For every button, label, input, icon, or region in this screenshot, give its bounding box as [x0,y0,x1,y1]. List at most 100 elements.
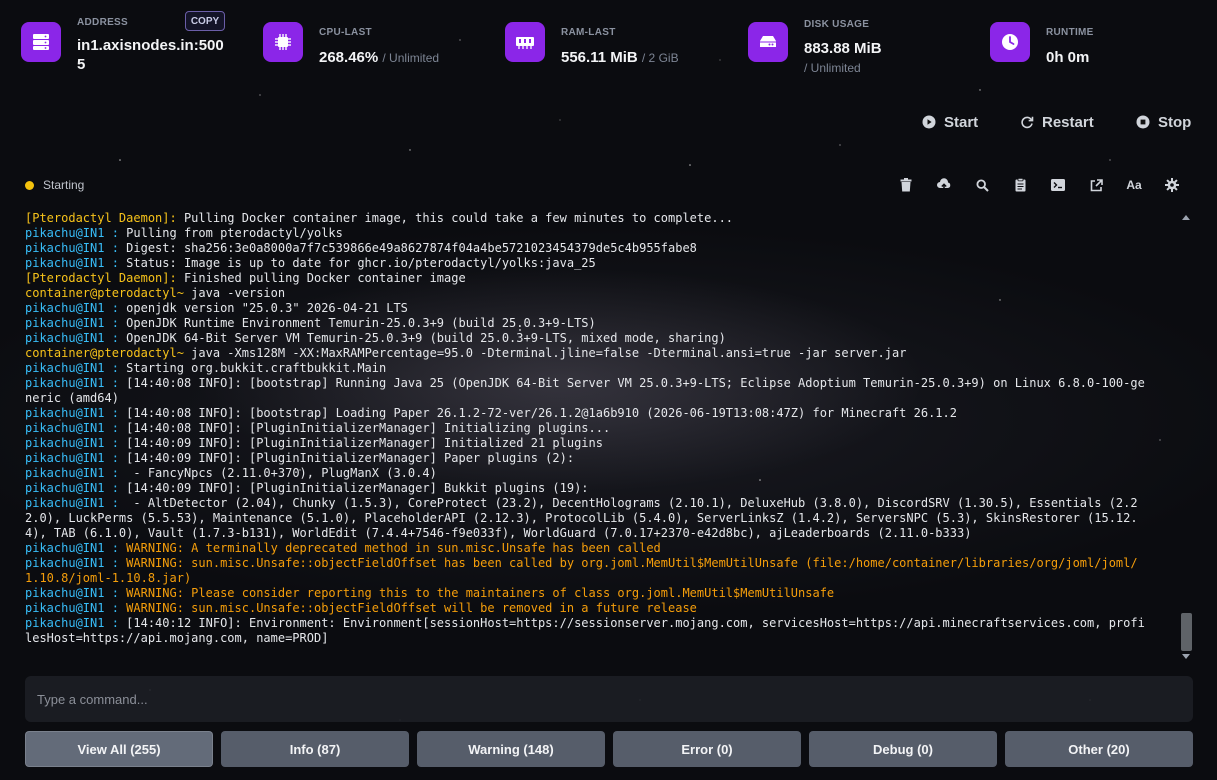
console-line-text: - AltDetector (2.04), Chunky (1.5.3), Co… [25,496,1138,540]
console-line: pikachu@IN1 : [14:40:09 INFO]: [PluginIn… [25,481,1145,496]
console-line-prefix: pikachu@IN1 : [25,331,119,345]
console-line-text: Digest: sha256:3e0a8000a7f7c539866e49a86… [118,241,697,255]
console-line-text: [14:40:09 INFO]: [PluginInitializerManag… [118,451,575,465]
console-line-text: OpenJDK 64-Bit Server VM Temurin-25.0.3+… [118,331,726,345]
console-line: pikachu@IN1 : [14:40:08 INFO]: [bootstra… [25,406,1145,421]
console-toolbar: Aa [887,173,1191,197]
console-line-text: openjdk version "25.0.3" 2026-04-21 LTS [118,301,408,315]
console-line-text: OpenJDK Runtime Environment Temurin-25.0… [118,316,596,330]
console-output[interactable]: [Pterodactyl Daemon]: Pulling Docker con… [25,211,1193,663]
console-line-prefix: pikachu@IN1 : [25,301,119,315]
console-line: pikachu@IN1 : Status: Image is up to dat… [25,256,1145,271]
console-line: pikachu@IN1 : - AltDetector (2.04), Chun… [25,496,1145,541]
cpu-label: CPU-LAST [319,27,372,38]
ram-label: RAM-LAST [561,27,616,38]
filter-view-all-button[interactable]: View All (255) [25,731,213,767]
filter-debug-button[interactable]: Debug (0) [809,731,997,767]
address-value: in1.axisnodes.in:5005 [77,37,224,73]
start-button[interactable]: Start [922,104,978,140]
console-line-text: [14:40:09 INFO]: [PluginInitializerManag… [118,436,603,450]
console-line-prefix: pikachu@IN1 : [25,406,119,420]
console-line: container@pterodactyl~ java -Xms128M -XX… [25,346,1145,361]
disk-label: DISK USAGE [804,19,870,30]
console-line: pikachu@IN1 : WARNING: sun.misc.Unsafe::… [25,601,1145,616]
console-line-prefix: pikachu@IN1 : [25,451,119,465]
console-scrollbar[interactable] [1180,211,1193,663]
console-line-text: Finished pulling Docker container image [176,271,466,285]
settings-gear-icon[interactable] [1153,173,1191,197]
console-line-text: WARNING: Please consider reporting this … [118,586,835,600]
console-line: pikachu@IN1 : WARNING: Please consider r… [25,586,1145,601]
console-line-text: Status: Image is up to date for ghcr.io/… [118,256,596,270]
cpu-chip-icon [263,22,303,62]
font-size-icon[interactable]: Aa [1115,173,1153,197]
console-line: pikachu@IN1 : Digest: sha256:3e0a8000a7f… [25,241,1145,256]
console-line-prefix: pikachu@IN1 : [25,541,119,555]
runtime-value: 0h 0m [1046,49,1090,66]
cloud-upload-icon[interactable] [925,173,963,197]
restart-button[interactable]: Restart [1020,104,1094,140]
server-status: Starting [25,178,84,192]
console-line-prefix: pikachu@IN1 : [25,361,119,375]
scroll-up-arrow-icon[interactable] [1182,215,1190,220]
console-line-prefix: container@pterodactyl~ [25,346,184,360]
filter-other-button[interactable]: Other (20) [1005,731,1193,767]
console-line-text: WARNING: sun.misc.Unsafe::objectFieldOff… [118,601,697,615]
disk-limit: / Unlimited [804,61,861,75]
restart-icon [1021,116,1034,129]
filter-error-button[interactable]: Error (0) [613,731,801,767]
console-line: pikachu@IN1 : OpenJDK 64-Bit Server VM T… [25,331,1145,346]
console-line-prefix: pikachu@IN1 : [25,556,119,570]
console-line-text: [14:40:08 INFO]: [bootstrap] Loading Pap… [118,406,957,420]
console-line: pikachu@IN1 : [14:40:09 INFO]: [PluginIn… [25,451,1145,466]
stat-disk: DISK USAGE 883.88 MiB / Unlimited [748,19,882,75]
start-label: Start [944,113,979,131]
filter-info-button[interactable]: Info (87) [221,731,409,767]
console-line-text: [14:40:08 INFO]: [bootstrap] Running Jav… [25,376,1145,405]
cpu-limit: / Unlimited [382,51,440,65]
console-line-text: - FancyNpcs (2.11.0+370), PlugManX (3.0.… [118,466,437,480]
console-line: [Pterodactyl Daemon]: Finished pulling D… [25,271,1145,286]
console-line: container@pterodactyl~ java -version [25,286,1145,301]
console-line-text: WARNING: sun.misc.Unsafe::objectFieldOff… [25,556,1138,585]
console-line-prefix: pikachu@IN1 : [25,241,119,255]
console-line-prefix: pikachu@IN1 : [25,421,119,435]
console-line-text: [14:40:12 INFO]: Environment: Environmen… [25,616,1145,645]
filter-warning-button[interactable]: Warning (148) [417,731,605,767]
console-line-text: WARNING: A terminally deprecated method … [118,541,661,555]
external-link-icon[interactable] [1077,173,1115,197]
stat-cpu: CPU-LAST 268.46% / Unlimited [263,22,439,68]
runtime-label: RUNTIME [1046,27,1094,38]
scrollbar-thumb[interactable] [1181,613,1192,651]
console-line: pikachu@IN1 : [14:40:12 INFO]: Environme… [25,616,1145,646]
command-input[interactable] [25,676,1193,722]
terminal-icon[interactable] [1039,173,1077,197]
scroll-down-arrow-icon[interactable] [1182,654,1190,659]
clipboard-icon[interactable] [1001,173,1039,197]
trash-icon[interactable] [887,173,925,197]
font-size-glyph: Aa [1126,178,1142,192]
stop-circle-icon [1136,115,1150,129]
console-line-text: [14:40:09 INFO]: [PluginInitializerManag… [118,481,589,495]
console-line-prefix: pikachu@IN1 : [25,586,119,600]
console-line: pikachu@IN1 : [14:40:08 INFO]: [PluginIn… [25,421,1145,436]
console-line-prefix: pikachu@IN1 : [25,376,119,390]
stat-address: ADDRESS in1.axisnodes.in:5005 COPY [21,11,227,74]
search-icon[interactable] [963,173,1001,197]
ram-limit: / 2 GiB [641,51,679,65]
console-line: pikachu@IN1 : OpenJDK Runtime Environmen… [25,316,1145,331]
console-line-prefix: pikachu@IN1 : [25,436,119,450]
console-line-prefix: [Pterodactyl Daemon]: [25,271,177,285]
console-line-text: java -version [183,286,286,300]
copy-address-button[interactable]: COPY [185,11,225,31]
restart-label: Restart [1042,113,1094,131]
console-line: pikachu@IN1 : [14:40:09 INFO]: [PluginIn… [25,436,1145,451]
hard-drive-icon [748,22,788,62]
stat-ram: RAM-LAST 556.11 MiB / 2 GiB [505,22,679,68]
ram-value: 556.11 MiB [561,49,638,66]
console-line: pikachu@IN1 : - FancyNpcs (2.11.0+370), … [25,466,1145,481]
console-line: pikachu@IN1 : Pulling from pterodactyl/y… [25,226,1145,241]
log-filter-bar: View All (255) Info (87) Warning (148) Erro… [25,731,1193,767]
stop-button[interactable]: Stop [1136,104,1191,140]
console-line-prefix: pikachu@IN1 : [25,466,119,480]
